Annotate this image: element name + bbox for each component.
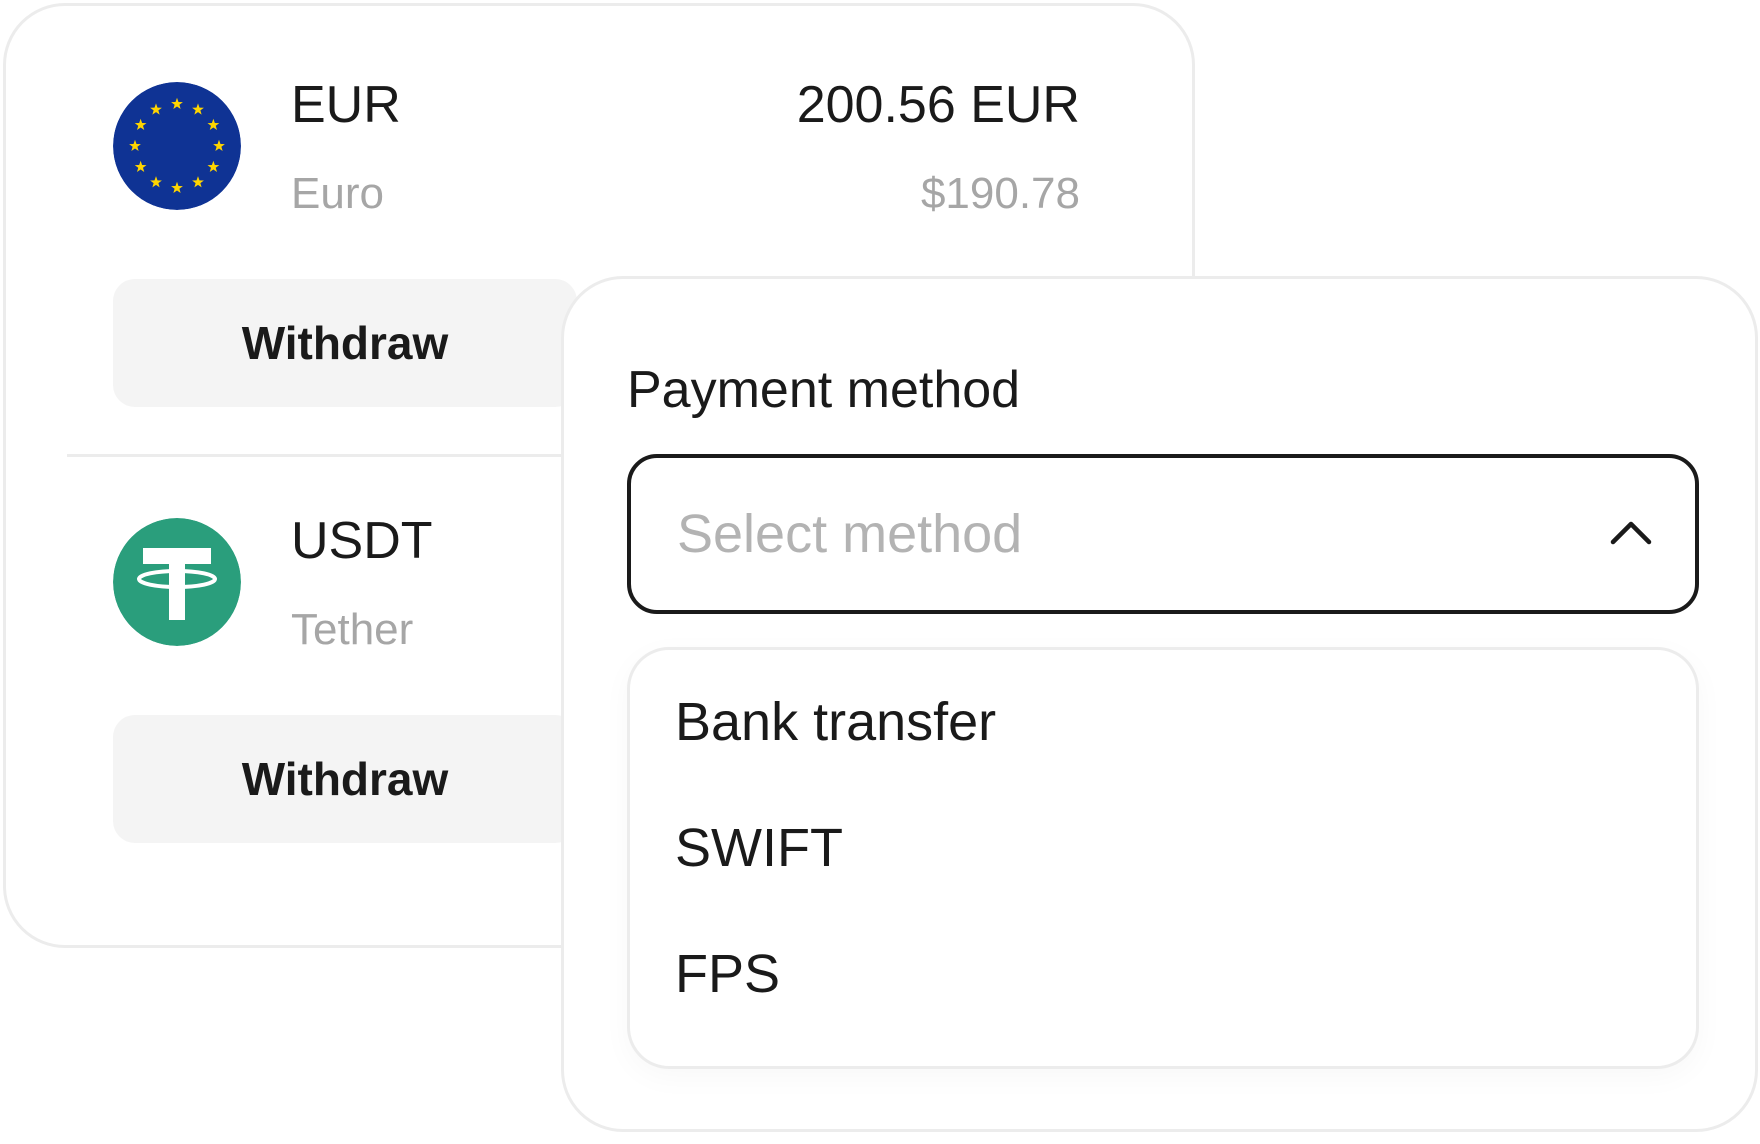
asset-fiat-value: $190.78 xyxy=(920,169,1080,218)
withdraw-button-eur[interactable]: Withdraw xyxy=(113,279,577,407)
chevron-up-icon[interactable] xyxy=(1607,508,1655,556)
asset-name: Euro xyxy=(291,169,384,218)
asset-name: Tether xyxy=(291,605,414,654)
tether-icon xyxy=(113,518,241,646)
withdraw-button-usdt[interactable]: Withdraw xyxy=(113,715,577,843)
asset-row-eur[interactable]: EUR Euro 200.56 EUR $190.78 xyxy=(6,76,1192,222)
select-placeholder: Select method xyxy=(677,504,1023,564)
asset-balance: 200.56 EUR xyxy=(796,76,1080,134)
payment-method-label: Payment method xyxy=(627,361,1021,419)
payment-method-select[interactable]: Select method xyxy=(627,454,1699,614)
option-fps[interactable]: FPS xyxy=(675,942,780,1007)
eu-flag-icon xyxy=(113,82,241,210)
option-swift[interactable]: SWIFT xyxy=(675,816,843,881)
asset-code: USDT xyxy=(291,512,433,570)
payment-method-options: Bank transfer SWIFT FPS xyxy=(627,647,1699,1069)
payment-method-panel: Payment method Select method Bank transf… xyxy=(561,276,1758,1132)
asset-code: EUR xyxy=(291,76,401,134)
option-bank-transfer[interactable]: Bank transfer xyxy=(675,690,996,755)
